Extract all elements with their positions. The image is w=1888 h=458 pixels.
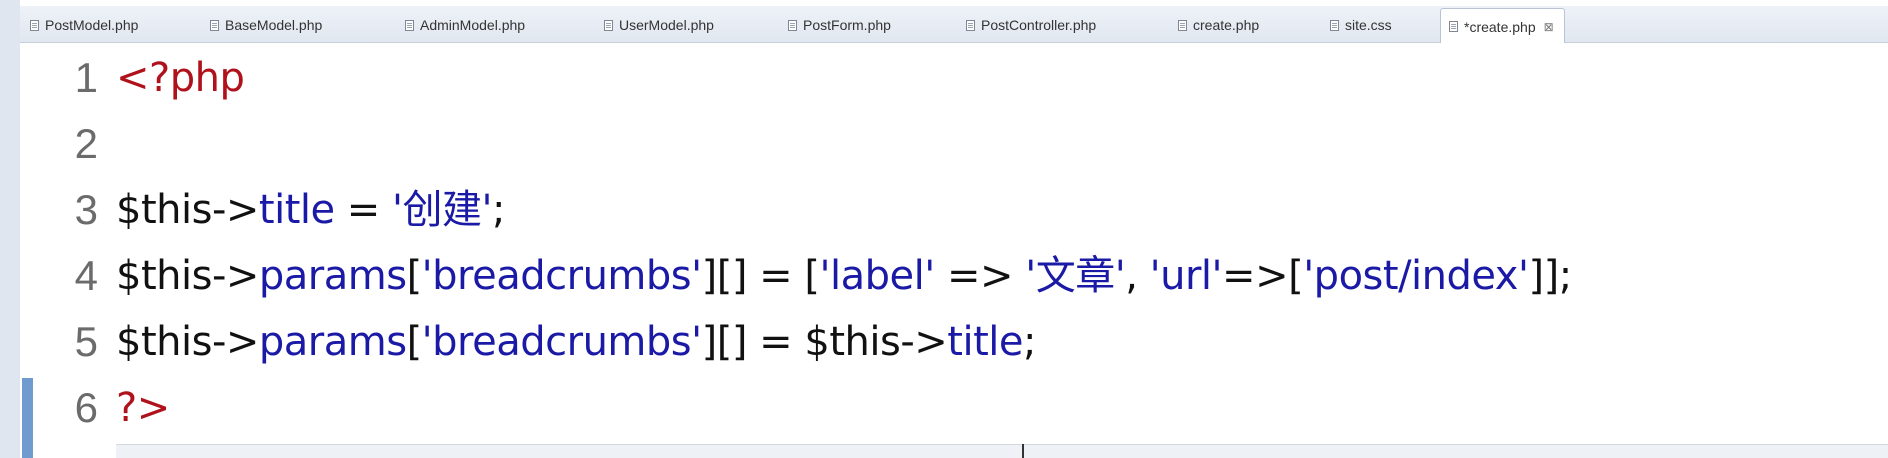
code-text[interactable]: $this->params['breadcrumbs'][] = $this->… xyxy=(116,309,1036,375)
horizontal-scrollbar[interactable] xyxy=(116,444,1888,458)
code-token-str: 'post/index' xyxy=(1303,253,1529,299)
close-tab-icon[interactable]: ⊠ xyxy=(1544,20,1554,34)
php-file-icon xyxy=(604,19,613,31)
line-number: 3 xyxy=(74,186,98,233)
code-token-str: 'breadcrumbs' xyxy=(421,253,702,299)
code-token-op: ][] = xyxy=(701,319,805,365)
code-token-prop: params xyxy=(258,319,407,365)
code-token-op: ][] = [ xyxy=(701,253,820,299)
php-file-icon xyxy=(210,19,219,31)
code-token-op: ; xyxy=(492,187,506,233)
php-file-icon xyxy=(30,19,39,31)
code-editor[interactable]: 1 <?php 2 3 $this->title = '创建'; 4 $this… xyxy=(20,43,1888,458)
php-file-icon xyxy=(405,19,414,31)
tab-adminmodel[interactable]: AdminModel.php xyxy=(405,11,525,39)
php-file-icon xyxy=(788,19,797,31)
css-file-icon xyxy=(1330,19,1339,31)
line-number: 5 xyxy=(74,318,98,365)
code-token-str: '创建' xyxy=(392,187,493,233)
tab-postcontroller[interactable]: PostController.php xyxy=(966,11,1096,39)
code-token-kw: <?php xyxy=(116,55,245,101)
code-text[interactable]: ?> xyxy=(116,375,170,441)
code-token-op: , xyxy=(1125,253,1150,299)
php-file-icon xyxy=(1449,21,1458,32)
tab-label: PostModel.php xyxy=(45,17,139,33)
left-side-panel-edge xyxy=(0,0,20,458)
code-token-str: 'url' xyxy=(1149,253,1223,299)
tab-create[interactable]: create.php xyxy=(1178,11,1259,39)
line-number: 4 xyxy=(74,252,98,299)
tab-create-active[interactable]: *create.php ⊠ xyxy=(1440,8,1565,44)
code-token-op: ; xyxy=(1022,319,1036,365)
tab-site-css[interactable]: site.css xyxy=(1330,11,1392,39)
tab-postmodel[interactable]: PostModel.php xyxy=(30,11,138,39)
code-text[interactable]: <?php xyxy=(116,45,245,111)
code-token-op: = xyxy=(334,187,393,233)
code-token-kw: ?> xyxy=(116,385,170,431)
code-text[interactable]: $this->params['breadcrumbs'][] = ['label… xyxy=(116,243,1572,309)
code-token-op: [ xyxy=(406,319,423,365)
tab-label: *create.php xyxy=(1464,18,1536,35)
editor-window: PostModel.php BaseModel.php AdminModel.p… xyxy=(0,0,1888,458)
tab-label: PostForm.php xyxy=(803,17,891,33)
tab-label: site.css xyxy=(1345,17,1392,33)
code-token-op: => xyxy=(934,253,1026,299)
code-token-var: $this-> xyxy=(116,319,259,365)
tab-label: create.php xyxy=(1193,17,1260,33)
editor-tab-bar: PostModel.php BaseModel.php AdminModel.p… xyxy=(20,6,1888,44)
code-token-str: '文章' xyxy=(1025,253,1126,299)
code-token-prop: title xyxy=(947,319,1023,365)
tab-label: UserModel.php xyxy=(619,17,714,33)
code-token-prop: title xyxy=(258,187,335,233)
code-token-op: =>[ xyxy=(1222,253,1304,299)
line-number: 6 xyxy=(74,384,98,431)
php-file-icon xyxy=(1178,19,1187,31)
line-number: 1 xyxy=(74,54,98,101)
line-number: 2 xyxy=(74,120,98,167)
text-cursor xyxy=(1022,444,1024,458)
code-token-var: $this-> xyxy=(116,187,259,233)
tab-label: AdminModel.php xyxy=(420,17,526,33)
code-text[interactable]: $this->title = '创建'; xyxy=(116,177,506,243)
tab-label: PostController.php xyxy=(981,17,1097,33)
code-token-prop: params xyxy=(258,253,407,299)
code-token-str: 'label' xyxy=(819,253,936,299)
php-file-icon xyxy=(966,19,975,31)
code-token-str: 'breadcrumbs' xyxy=(421,319,702,365)
code-token-var: $this-> xyxy=(116,253,259,299)
code-token-op: [ xyxy=(406,253,423,299)
tab-label: BaseModel.php xyxy=(225,17,323,33)
tab-postform[interactable]: PostForm.php xyxy=(788,11,891,39)
code-token-var: $this-> xyxy=(804,319,948,365)
tab-usermodel[interactable]: UserModel.php xyxy=(604,11,714,39)
tab-basemodel[interactable]: BaseModel.php xyxy=(210,11,322,39)
code-token-op: ]]; xyxy=(1528,253,1572,299)
